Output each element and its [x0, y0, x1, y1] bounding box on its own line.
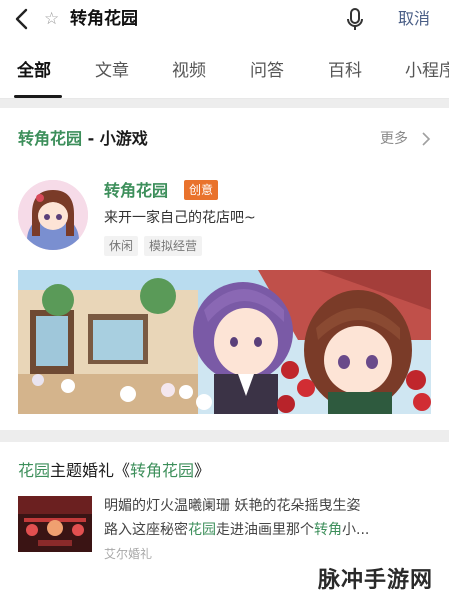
article-thumbnail[interactable]	[18, 496, 92, 552]
tab-encyclopedia[interactable]: 百科	[328, 60, 362, 82]
tab-qa[interactable]: 问答	[250, 60, 284, 82]
game-name[interactable]: 转角花园	[104, 180, 168, 202]
game-tag: 休闲	[104, 236, 139, 256]
tab-all[interactable]: 全部	[17, 60, 51, 82]
tab-articles[interactable]: 文章	[95, 60, 129, 82]
back-arrow-icon[interactable]	[10, 6, 36, 32]
game-banner-image[interactable]	[18, 270, 431, 414]
active-tab-indicator	[14, 95, 62, 98]
mini-game-card[interactable]: 转角花园 - 小游戏 更多 转角花园 创意 来开一家自己的花店吧~ 休闲 模拟经…	[0, 108, 449, 430]
game-description: 来开一家自己的花店吧~	[104, 210, 256, 226]
more-link[interactable]: 更多	[380, 129, 408, 149]
category-tabs: 全部 文章 视频 问答 百科 小程序	[0, 40, 449, 99]
search-bar: ☆ 转角花园 取消	[0, 0, 449, 40]
cancel-button[interactable]: 取消	[398, 8, 430, 30]
tab-videos[interactable]: 视频	[172, 60, 206, 82]
game-tag: 模拟经营	[144, 236, 203, 256]
section-title: 转角花园 - 小游戏	[18, 129, 148, 148]
tab-mini-programs[interactable]: 小程序	[405, 60, 449, 82]
microphone-icon[interactable]	[345, 8, 365, 32]
category-badge: 创意	[184, 180, 219, 200]
watermark-text: 脉冲手游网	[318, 568, 434, 593]
chevron-right-icon[interactable]	[420, 130, 432, 148]
game-avatar[interactable]	[18, 180, 88, 250]
article-snippet: 明媚的灯火温曦阑珊 妖艳的花朵摇曳生姿 路入这座秘密花园走进油画里那个转角小..…	[104, 498, 370, 538]
article-title[interactable]: 花园主题婚礼《转角花园》	[18, 460, 210, 482]
search-input[interactable]: 转角花园	[70, 8, 138, 30]
star-icon[interactable]: ☆	[44, 8, 59, 30]
